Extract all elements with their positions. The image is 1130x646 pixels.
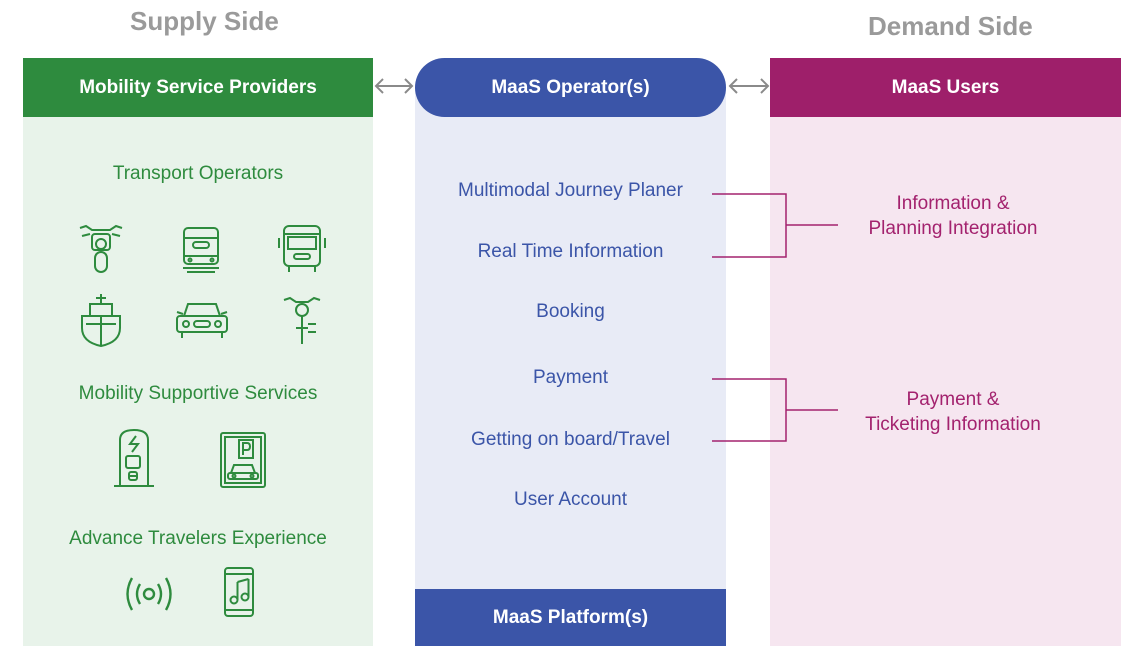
transport-operators-title: Transport Operators bbox=[112, 163, 284, 184]
ship-icon bbox=[78, 292, 124, 348]
operator-item: Multimodal Journey Planer bbox=[458, 180, 683, 201]
wireless-signal-icon bbox=[123, 574, 175, 614]
demand-header: MaaS Users bbox=[770, 58, 1121, 117]
bicycle-icon bbox=[282, 294, 322, 346]
tram-icon bbox=[181, 226, 221, 274]
music-phone-icon bbox=[223, 566, 255, 618]
demand-side-title: Demand Side bbox=[868, 11, 1033, 41]
motorcycle-icon bbox=[78, 222, 124, 276]
demand-panel bbox=[770, 58, 1121, 646]
payment-ticketing-label-line1: Payment & bbox=[906, 389, 1000, 410]
operator-users-arrow bbox=[728, 78, 770, 94]
supply-panel bbox=[23, 58, 373, 646]
supply-side-title: Supply Side bbox=[130, 6, 279, 36]
bus-icon bbox=[277, 224, 327, 274]
advance-experience-title: Advance Travelers Experience bbox=[69, 528, 327, 549]
payment-ticketing-bracket bbox=[712, 378, 838, 442]
platform-footer: MaaS Platform(s) bbox=[415, 589, 726, 646]
operator-item: Booking bbox=[536, 301, 605, 322]
ev-charger-icon bbox=[112, 428, 156, 490]
operator-item: Real Time Information bbox=[477, 241, 664, 262]
supply-header: Mobility Service Providers bbox=[23, 58, 373, 117]
parking-icon bbox=[219, 431, 267, 489]
info-planning-label-line2: Planning Integration bbox=[868, 218, 1038, 239]
supply-operator-arrow bbox=[374, 78, 414, 94]
operator-item: User Account bbox=[514, 489, 627, 510]
info-planning-label-line1: Information & bbox=[896, 193, 1010, 214]
operator-item: Payment bbox=[533, 367, 608, 388]
operator-item: Getting on board/Travel bbox=[471, 429, 670, 450]
payment-ticketing-label-line2: Ticketing Information bbox=[865, 414, 1041, 435]
car-icon bbox=[174, 300, 230, 342]
supportive-services-title: Mobility Supportive Services bbox=[78, 383, 318, 404]
info-planning-bracket bbox=[712, 193, 838, 258]
operator-header: MaaS Operator(s) bbox=[415, 58, 726, 117]
